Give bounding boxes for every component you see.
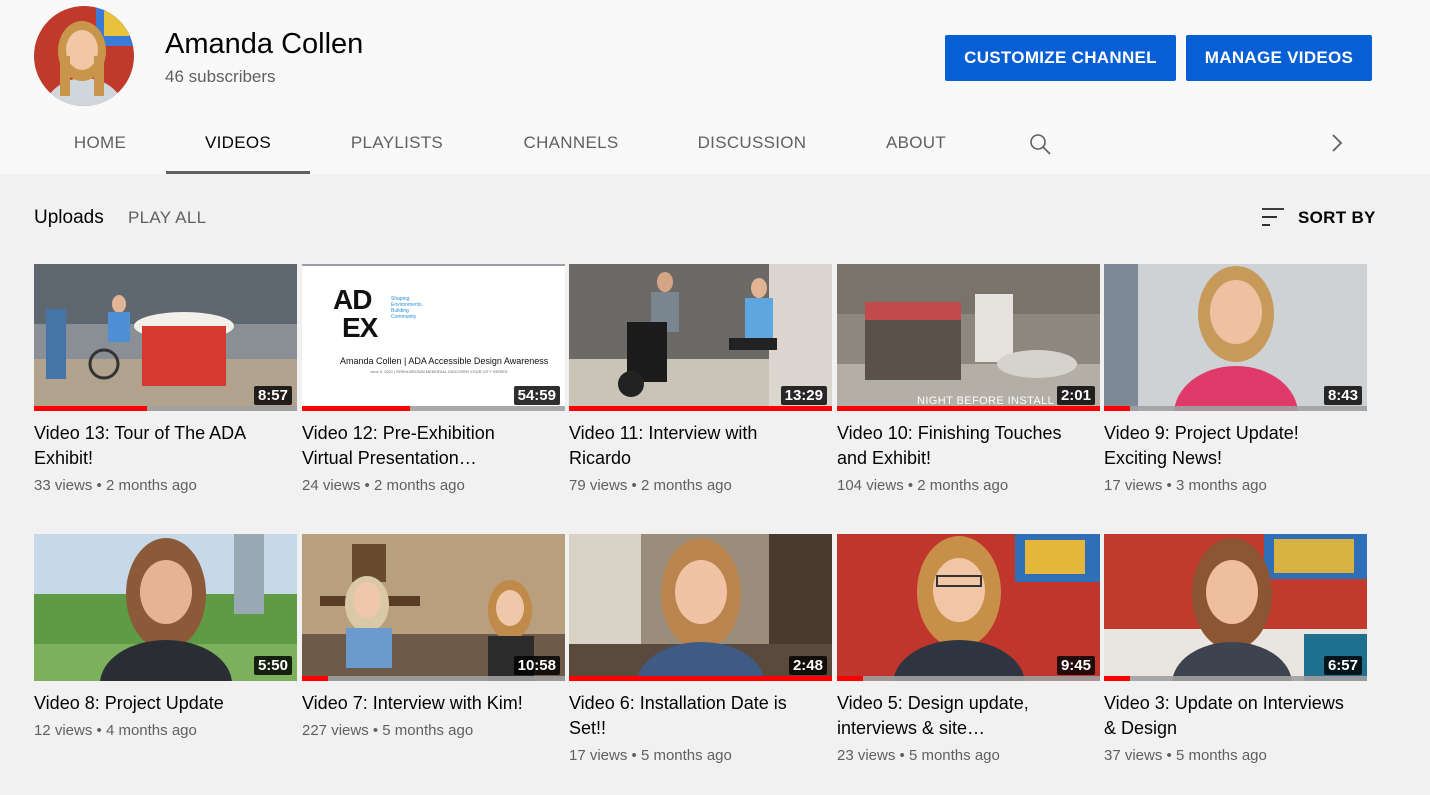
search-icon[interactable] xyxy=(1028,132,1052,156)
video-meta: 227 views • 5 months ago xyxy=(302,722,474,739)
watch-progress xyxy=(34,406,148,411)
tab-discussion[interactable]: DISCUSSION xyxy=(658,113,846,173)
thumb-caption: Amanda Collen | ADA Accessible Design Aw… xyxy=(340,356,549,366)
tab-home[interactable]: HOME xyxy=(34,113,166,173)
video-thumbnail[interactable]: 8:57 xyxy=(34,264,297,411)
video-thumbnail[interactable]: 13:29 xyxy=(569,264,832,411)
video-card[interactable]: 10:58 Video 7: Interview with Kim! 227 v… xyxy=(302,534,565,739)
thumb-tagline: Shaping Environments, Building Community xyxy=(391,296,423,320)
video-duration: 6:57 xyxy=(1323,656,1362,675)
video-title[interactable]: Video 8: Project Update xyxy=(34,691,274,716)
channel-avatar[interactable] xyxy=(34,6,134,106)
video-meta: 104 views • 2 months ago xyxy=(837,477,1009,494)
video-thumbnail[interactable]: 10:58 xyxy=(302,534,565,681)
video-card[interactable]: NIGHT BEFORE INSTALL 2:01 Video 10: Fini… xyxy=(837,264,1100,494)
video-title[interactable]: Video 7: Interview with Kim! xyxy=(302,691,542,716)
video-meta: 24 views • 2 months ago xyxy=(302,477,465,494)
watch-progress xyxy=(569,676,832,681)
sort-by-button[interactable]: SORT BY xyxy=(1298,208,1376,228)
watch-progress xyxy=(837,676,864,681)
video-meta: 17 views • 3 months ago xyxy=(1104,477,1267,494)
video-meta: 12 views • 4 months ago xyxy=(34,722,197,739)
tab-playlists[interactable]: PLAYLISTS xyxy=(310,113,484,173)
thumb-logo-bottom: EX xyxy=(342,312,378,343)
video-title[interactable]: Video 13: Tour of The ADA Exhibit! xyxy=(34,421,274,471)
video-meta: 37 views • 5 months ago xyxy=(1104,747,1267,764)
video-thumbnail[interactable]: 9:45 xyxy=(837,534,1100,681)
video-meta: 79 views • 2 months ago xyxy=(569,477,732,494)
video-thumbnail[interactable]: 5:50 xyxy=(34,534,297,681)
video-duration: 2:48 xyxy=(788,656,827,675)
video-card[interactable]: 9:45 Video 5: Design update, interviews … xyxy=(837,534,1100,764)
video-duration: 9:45 xyxy=(1056,656,1095,675)
watch-progress xyxy=(837,406,1100,411)
video-duration: 5:50 xyxy=(253,656,292,675)
channel-header: Amanda Collen 46 subscribers CUSTOMIZE C… xyxy=(0,0,1430,174)
video-title[interactable]: Video 9: Project Update! Exciting News! xyxy=(1104,421,1344,471)
video-duration: 8:57 xyxy=(253,386,292,405)
manage-videos-button[interactable]: MANAGE VIDEOS xyxy=(1186,35,1372,81)
subscriber-count: 46 subscribers xyxy=(165,67,276,86)
customize-channel-button[interactable]: CUSTOMIZE CHANNEL xyxy=(945,35,1176,81)
video-thumbnail[interactable]: 2:48 xyxy=(569,534,832,681)
video-card[interactable]: 6:57 Video 3: Update on Interviews & Des… xyxy=(1104,534,1367,764)
video-duration: 54:59 xyxy=(513,386,560,405)
video-duration: 8:43 xyxy=(1323,386,1362,405)
watch-progress xyxy=(1104,406,1131,411)
channel-name: Amanda Collen xyxy=(165,28,364,60)
video-title[interactable]: Video 11: Interview with Ricardo xyxy=(569,421,809,471)
video-meta: 33 views • 2 months ago xyxy=(34,477,197,494)
video-title[interactable]: Video 3: Update on Interviews & Design xyxy=(1104,691,1344,741)
play-all-button[interactable]: PLAY ALL xyxy=(128,208,206,228)
watch-progress xyxy=(302,406,410,411)
video-title[interactable]: Video 12: Pre-Exhibition Virtual Present… xyxy=(302,421,542,471)
watch-progress xyxy=(302,676,329,681)
video-card[interactable]: 2:48 Video 6: Installation Date is Set!!… xyxy=(569,534,832,764)
sort-icon[interactable] xyxy=(1261,206,1285,228)
video-card[interactable]: 13:29 Video 11: Interview with Ricardo 7… xyxy=(569,264,832,494)
watch-progress xyxy=(569,406,832,411)
video-thumbnail[interactable]: NIGHT BEFORE INSTALL 2:01 xyxy=(837,264,1100,411)
tab-videos[interactable]: VIDEOS xyxy=(166,113,310,174)
video-meta: 23 views • 5 months ago xyxy=(837,747,1000,764)
video-card[interactable]: 5:50 Video 8: Project Update 12 views • … xyxy=(34,534,297,739)
video-thumbnail[interactable]: 6:57 xyxy=(1104,534,1367,681)
tab-about[interactable]: ABOUT xyxy=(846,113,986,173)
video-title[interactable]: Video 5: Design update, interviews & sit… xyxy=(837,691,1077,741)
video-duration: 2:01 xyxy=(1056,386,1095,405)
video-title[interactable]: Video 10: Finishing Touches and Exhibit! xyxy=(837,421,1077,471)
video-card[interactable]: 8:43 Video 9: Project Update! Exciting N… xyxy=(1104,264,1367,494)
tab-channels[interactable]: CHANNELS xyxy=(484,113,658,173)
video-duration: 13:29 xyxy=(780,386,827,405)
chevron-right-icon[interactable] xyxy=(1326,132,1348,154)
watch-progress xyxy=(1104,676,1131,681)
video-thumbnail[interactable]: AD EX Shaping Environments, Building Com… xyxy=(302,264,565,411)
video-thumbnail[interactable]: 8:43 xyxy=(1104,264,1367,411)
uploads-label: Uploads xyxy=(34,207,104,228)
video-card[interactable]: AD EX Shaping Environments, Building Com… xyxy=(302,264,565,494)
thumb-subcaption: June 3, 2021 | ERIKA BROWN MEMORIAL DISC… xyxy=(370,369,508,374)
video-title[interactable]: Video 6: Installation Date is Set!! xyxy=(569,691,809,741)
video-meta: 17 views • 5 months ago xyxy=(569,747,732,764)
video-duration: 10:58 xyxy=(513,656,560,675)
video-card[interactable]: 8:57 Video 13: Tour of The ADA Exhibit! … xyxy=(34,264,297,494)
